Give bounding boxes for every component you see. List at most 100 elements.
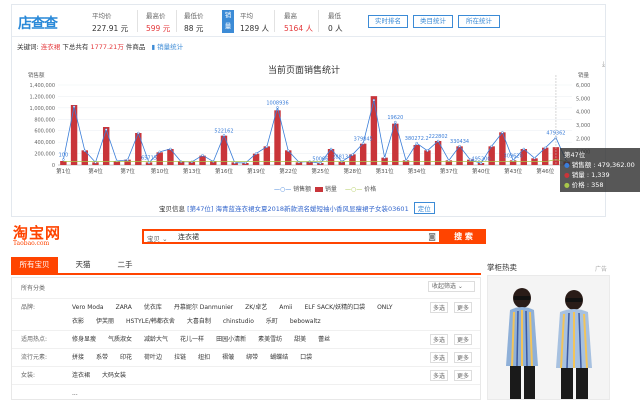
search-input[interactable]: 连衣裙: [178, 232, 199, 242]
x-tick-label: 第37位: [440, 167, 458, 175]
revenue-point: [447, 159, 451, 162]
tab-all[interactable]: 所有宝贝: [11, 257, 58, 273]
x-tick-label: 第19位: [247, 167, 265, 175]
filter-option[interactable]: Vero Moda: [72, 301, 104, 315]
more-options-button[interactable]: 更多: [454, 370, 473, 381]
product-image[interactable]: [487, 275, 610, 400]
item-info-link[interactable]: [第47位] 海青蓝连衣裙女夏2018新款流名媛短袖小香风显瘦裙子女装03601: [187, 205, 409, 213]
filter-option[interactable]: 减龄大气: [144, 333, 168, 347]
x-tick-label: 第34位: [408, 167, 426, 175]
filter-option[interactable]: 乐町: [266, 315, 278, 329]
revenue-point: [458, 144, 461, 148]
filter-option[interactable]: 印花: [120, 351, 132, 365]
filter-options: 连衣裙 大码女装: [72, 369, 422, 383]
filter-option[interactable]: 褶皱: [222, 351, 234, 365]
multi-select-button[interactable]: 多选: [430, 334, 449, 345]
more-options-button[interactable]: 更多: [454, 334, 473, 345]
filter-option[interactable]: ZK/卓艺: [245, 301, 267, 315]
x-tick-label: 第1位: [56, 167, 71, 175]
revenue-point: [415, 141, 418, 145]
revenue-point: [436, 139, 440, 143]
filter-option[interactable]: 荷叶边: [144, 351, 162, 365]
filter-option[interactable]: Amii: [279, 301, 292, 315]
filter-option[interactable]: 系带: [96, 351, 108, 365]
data-label: 1008936: [266, 100, 288, 106]
filter-option[interactable]: 甜美: [294, 333, 306, 347]
filter-option[interactable]: 拼接: [72, 351, 84, 365]
x-tick-label: 第4位: [88, 167, 103, 175]
sales-bar: [274, 110, 281, 165]
camera-icon[interactable]: ◙: [428, 232, 436, 241]
multi-select-button[interactable]: 多选: [430, 302, 449, 313]
filter-option[interactable]: 素美雪纺: [258, 333, 282, 347]
x-tick-label: 第25位: [311, 167, 329, 175]
tab-tmall[interactable]: 天猫: [63, 257, 103, 273]
filter-option[interactable]: 丹慕妮尔 Danmunier: [174, 301, 233, 315]
filter-option[interactable]: 纽扣: [198, 351, 210, 365]
revenue-point: [265, 145, 269, 148]
legend-sales[interactable]: 销量: [315, 184, 337, 193]
collapse-filter-select[interactable]: 收起筛选 ⌄: [428, 281, 475, 292]
filter-option[interactable]: 绑带: [246, 351, 258, 365]
legend-revenue[interactable]: —○— 销售额: [274, 184, 311, 193]
legend-price[interactable]: —○— 价格: [345, 184, 376, 193]
x-tick-label: 第28位: [343, 167, 361, 175]
filter-option[interactable]: 修身显瘦: [72, 333, 96, 347]
filter-option[interactable]: 大喜自制: [187, 315, 211, 329]
locate-button[interactable]: 定位: [413, 202, 435, 214]
sales-bar: [413, 145, 420, 165]
revenue-point: [501, 131, 504, 134]
more-options-button[interactable]: 更多: [454, 302, 473, 313]
filter-option[interactable]: 大码女装: [102, 369, 126, 383]
filter-option[interactable]: 伊芙丽: [96, 315, 114, 329]
sales-bar: [285, 150, 292, 165]
filter-option[interactable]: 气质淑女: [108, 333, 132, 347]
revenue-point: [147, 161, 151, 164]
product-photo-illustration: [488, 276, 609, 399]
filter-option[interactable]: chinstudio: [223, 315, 254, 329]
filter-option[interactable]: 花儿一样: [180, 333, 204, 347]
revenue-point: [543, 146, 547, 150]
revenue-point: [361, 142, 365, 145]
revenue-point: [62, 158, 65, 161]
search-button[interactable]: 搜 索: [441, 229, 486, 244]
multi-select-button[interactable]: 多选: [430, 352, 449, 363]
revenue-point: [319, 162, 322, 165]
filter-option[interactable]: 田园小清新: [216, 333, 246, 347]
x-tick-label: 第10位: [151, 167, 169, 175]
y-axis-label-right: 销量: [578, 71, 590, 79]
revenue-point: [426, 149, 429, 152]
more-options-button[interactable]: 更多: [454, 352, 473, 363]
filter-label: 品牌:: [21, 304, 36, 311]
y-tick-label-right: 2,000: [576, 136, 590, 142]
filter-option[interactable]: bebowaltz: [290, 315, 321, 329]
revenue-point: [169, 147, 172, 151]
filter-option[interactable]: 拉链: [174, 351, 186, 365]
data-label: 65715: [141, 156, 157, 162]
filter-option[interactable]: 蕾丝: [318, 333, 330, 347]
breadcrumb[interactable]: 所有分类: [21, 283, 45, 292]
filter-option[interactable]: 优衣库: [144, 301, 162, 315]
sales-bar: [263, 146, 271, 165]
filter-option[interactable]: ELF SACK/妖精的口袋: [305, 301, 366, 315]
filter-option[interactable]: 衣影: [72, 315, 84, 329]
x-tick-label: 第43位: [504, 167, 522, 175]
x-tick-label: 第22位: [279, 167, 297, 175]
multi-select-button[interactable]: 多选: [430, 370, 449, 381]
revenue-point: [83, 149, 87, 152]
search-box[interactable]: 宝贝 ⌄ 连衣裙 ◙: [142, 229, 441, 244]
filter-label: 适用热点:: [21, 336, 48, 343]
filter-option[interactable]: ONLY: [377, 301, 392, 315]
filter-option[interactable]: HSTYLE/韩都衣舍: [126, 315, 175, 329]
filter-option[interactable]: 蝴蝶结: [270, 351, 288, 365]
search-category-select[interactable]: 宝贝 ⌄: [147, 233, 168, 243]
filter-option[interactable]: 口袋: [300, 351, 312, 365]
revenue-point: [222, 134, 226, 137]
tab-secondhand[interactable]: 二手: [105, 257, 145, 273]
filter-option[interactable]: ...: [72, 387, 78, 401]
legend-price-marker: —○—: [345, 186, 363, 193]
filter-option[interactable]: ZARA: [116, 301, 132, 315]
sales-bar: [102, 127, 110, 165]
filter-option[interactable]: 连衣裙: [72, 369, 90, 383]
data-label: 288134: [332, 155, 351, 161]
